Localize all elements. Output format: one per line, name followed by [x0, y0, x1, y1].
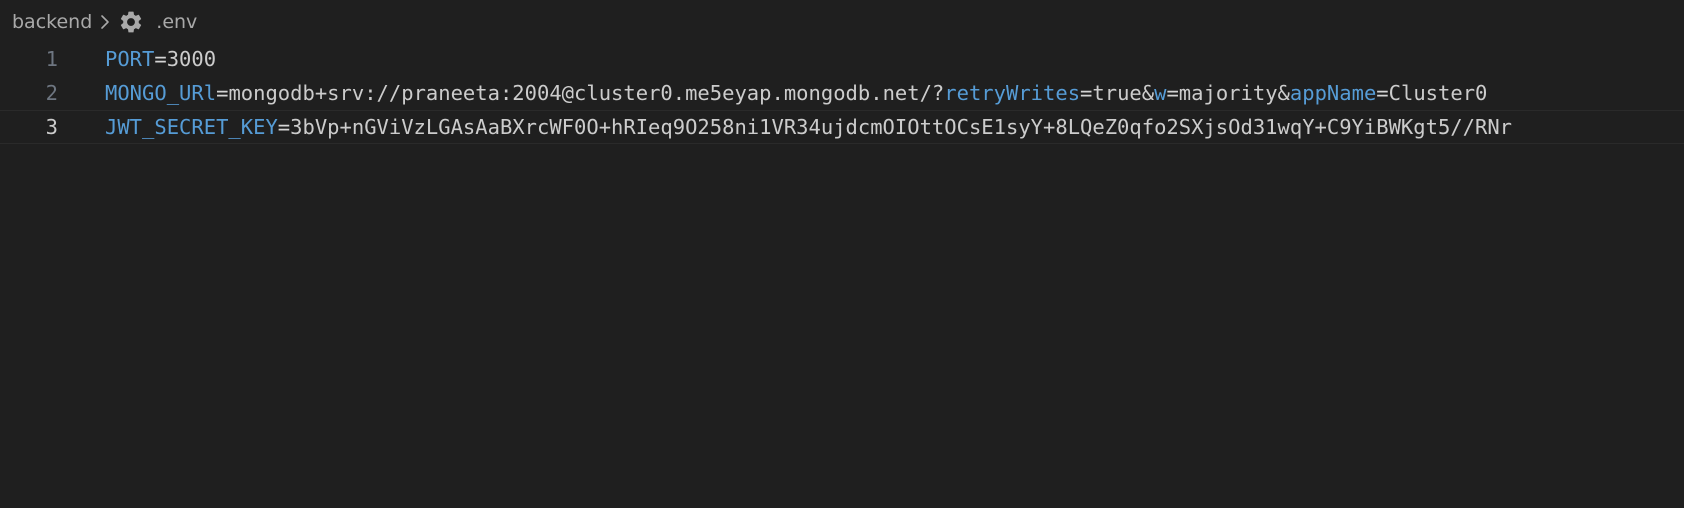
- env-value: Cluster0: [1388, 81, 1488, 105]
- env-value: 3000: [166, 47, 217, 71]
- line-text[interactable]: JWT_SECRET_KEY=3bVp+nGViVzLGAsAaBXrcWF0O…: [105, 110, 1512, 144]
- code-line[interactable]: 1 PORT=3000: [0, 42, 1684, 76]
- env-operator: =: [154, 47, 167, 71]
- env-operator: =: [277, 115, 291, 139]
- code-line[interactable]: 3 JWT_SECRET_KEY=3bVp+nGViVzLGAsAaBXrcWF0…: [0, 110, 1684, 144]
- env-value: mongodb+srv://praneeta:2004@cluster0.me5…: [228, 81, 945, 105]
- code-area[interactable]: 1 PORT=3000 2 MONGO_URl=mongodb+srv://prane…: [0, 42, 1684, 144]
- code-line[interactable]: 2 MONGO_URl=mongodb+srv://praneeta:2004@c…: [0, 76, 1684, 110]
- breadcrumb-file[interactable]: .env: [156, 11, 197, 33]
- env-key: PORT: [105, 47, 155, 71]
- env-value: true&: [1092, 81, 1155, 105]
- env-key: w: [1154, 81, 1167, 105]
- editor[interactable]: backend .env 1 PORT=3000 2 MONGO_URl=mongod…: [0, 0, 1684, 508]
- line-text[interactable]: MONGO_URl=mongodb+srv://praneeta:2004@cl…: [105, 76, 1487, 110]
- line-number: 2: [45, 81, 58, 105]
- env-key: JWT_SECRET_KEY: [105, 115, 278, 139]
- env-operator: =: [1166, 81, 1179, 105]
- line-number: 3: [45, 115, 58, 139]
- env-operator: =: [1080, 81, 1093, 105]
- env-operator: =: [216, 81, 229, 105]
- env-key: MONGO_URl: [105, 81, 217, 105]
- env-key: appName: [1289, 81, 1377, 105]
- env-operator: =: [1376, 81, 1389, 105]
- env-key: retryWrites: [944, 81, 1081, 105]
- chevron-right-icon: [94, 0, 116, 44]
- line-text[interactable]: PORT=3000: [105, 42, 216, 76]
- env-value: majority&: [1178, 81, 1290, 105]
- breadcrumb: backend .env: [0, 0, 1684, 44]
- env-value: 3bVp+nGViVzLGAsAaBXrcWF0O+hRIeq9O258ni1V…: [290, 115, 1513, 139]
- line-number: 1: [45, 47, 58, 71]
- gear-icon: [116, 0, 146, 44]
- breadcrumb-folder[interactable]: backend: [12, 11, 92, 33]
